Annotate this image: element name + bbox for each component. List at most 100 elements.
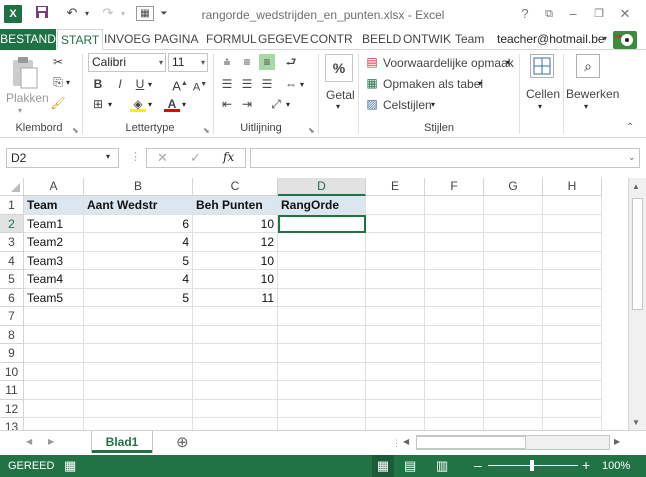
editing-dropdown-icon[interactable]: ▾ <box>584 102 588 111</box>
cell-b6[interactable]: 5 <box>84 288 193 307</box>
cell-h9[interactable] <box>543 344 602 363</box>
cell-c12[interactable] <box>193 399 278 418</box>
cell-c7[interactable] <box>193 307 278 326</box>
merge-center-icon[interactable]: ⇔ <box>283 76 299 92</box>
cell-f2[interactable] <box>425 214 484 233</box>
cell-b7[interactable] <box>84 307 193 326</box>
conditional-format-icon[interactable]: ▤ <box>364 54 380 70</box>
fill-color-dropdown-icon[interactable]: ▾ <box>148 100 152 109</box>
formula-input[interactable] <box>250 148 640 168</box>
cell-f7[interactable] <box>425 307 484 326</box>
font-name-select[interactable]: Calibri ▾ <box>88 53 166 72</box>
cell-g4[interactable] <box>484 251 543 270</box>
column-header-g[interactable]: G <box>484 178 543 196</box>
cell-e12[interactable] <box>366 399 425 418</box>
tab-invoeg[interactable]: INVOEG <box>101 29 154 50</box>
zoom-level[interactable]: 100% <box>602 460 630 472</box>
percent-format-button[interactable]: % <box>325 54 353 82</box>
expand-formula-icon[interactable]: ⌄ <box>628 152 636 163</box>
cell-c2[interactable]: 10 <box>193 214 278 233</box>
cell-f8[interactable] <box>425 325 484 344</box>
cell-a4[interactable]: Team3 <box>24 251 84 270</box>
editing-button-label[interactable]: Bewerken <box>566 87 619 101</box>
row-header-13[interactable]: 13 <box>0 418 24 430</box>
horizontal-scroll-thumb[interactable] <box>416 436 526 449</box>
format-table-icon[interactable]: ▦ <box>364 75 380 91</box>
row-header-4[interactable]: 4 <box>0 251 24 270</box>
align-middle-icon[interactable]: ≡ <box>239 54 255 70</box>
format-painter-icon[interactable]: 🖌 <box>50 95 66 111</box>
cell-d6[interactable] <box>278 288 366 307</box>
wrap-text-icon[interactable]: ⮐ <box>283 54 299 70</box>
normal-view-icon[interactable]: ▦ <box>372 455 394 477</box>
italic-button[interactable]: I <box>112 76 128 92</box>
orientation-dropdown-icon[interactable]: ▾ <box>286 100 290 109</box>
cell-h4[interactable] <box>543 251 602 270</box>
border-dropdown-icon[interactable]: ▾ <box>108 100 112 109</box>
cell-c5[interactable]: 10 <box>193 270 278 289</box>
cells-button-label[interactable]: Cellen <box>526 87 560 101</box>
tab-pagina[interactable]: PAGINA <box>151 29 201 50</box>
cell-c10[interactable] <box>193 362 278 381</box>
format-table-button[interactable]: Opmaken als tabel <box>383 77 483 91</box>
cell-e11[interactable] <box>366 381 425 400</box>
cell-f5[interactable] <box>425 270 484 289</box>
tab-team[interactable]: Team <box>452 29 487 50</box>
insert-function-button[interactable]: fx <box>223 150 234 164</box>
cell-f11[interactable] <box>425 381 484 400</box>
sheet-tab-blad1[interactable]: Blad1 <box>92 431 152 453</box>
column-header-c[interactable]: C <box>193 178 278 196</box>
cancel-icon[interactable]: ✕ <box>157 150 168 166</box>
cell-c6[interactable]: 11 <box>193 288 278 307</box>
cell-b9[interactable] <box>84 344 193 363</box>
scroll-left-icon[interactable]: ◀ <box>403 437 409 446</box>
cell-h8[interactable] <box>543 325 602 344</box>
cell-d3[interactable] <box>278 233 366 252</box>
cell-d5[interactable] <box>278 270 366 289</box>
cell-e9[interactable] <box>366 344 425 363</box>
alignment-launcher-icon[interactable]: ⬊ <box>308 126 315 135</box>
cell-c9[interactable] <box>193 344 278 363</box>
align-right-icon[interactable]: ☰ <box>259 76 275 92</box>
account-dropdown-icon[interactable]: ▾ <box>600 29 610 50</box>
decrease-indent-icon[interactable]: ⇤ <box>219 96 235 112</box>
vertical-scrollbar[interactable]: ▲ ▼ <box>628 178 646 430</box>
cell-a3[interactable]: Team2 <box>24 233 84 252</box>
cell-b11[interactable] <box>84 381 193 400</box>
copy-dropdown-icon[interactable]: ▾ <box>66 78 70 87</box>
cell-f3[interactable] <box>425 233 484 252</box>
cell-h5[interactable] <box>543 270 602 289</box>
name-box[interactable]: D2 <box>6 148 119 168</box>
zoom-in-button[interactable]: + <box>582 457 590 473</box>
conditional-format-button[interactable]: Voorwaardelijke opmaak <box>383 56 514 70</box>
cell-d4[interactable] <box>278 251 366 270</box>
cell-g8[interactable] <box>484 325 543 344</box>
cell-h13[interactable] <box>543 418 602 430</box>
shrink-font-icon[interactable]: A▼ <box>192 77 208 94</box>
cell-a2[interactable]: Team1 <box>24 214 84 233</box>
cell-b8[interactable] <box>84 325 193 344</box>
cell-h10[interactable] <box>543 362 602 381</box>
avatar[interactable] <box>613 31 637 49</box>
cell-g2[interactable] <box>484 214 543 233</box>
row-header-11[interactable]: 11 <box>0 381 24 400</box>
help-button[interactable]: ? <box>514 4 536 24</box>
cell-b12[interactable] <box>84 399 193 418</box>
cell-f6[interactable] <box>425 288 484 307</box>
cell-h12[interactable] <box>543 399 602 418</box>
cell-g10[interactable] <box>484 362 543 381</box>
sheet-prev-icon[interactable]: ◀ <box>26 437 32 446</box>
cell-h6[interactable] <box>543 288 602 307</box>
cell-g7[interactable] <box>484 307 543 326</box>
table-header-cell-a1[interactable]: Team <box>24 196 84 215</box>
paste-button-label[interactable]: Plakken <box>6 91 49 105</box>
cell-a6[interactable]: Team5 <box>24 288 84 307</box>
border-icon[interactable]: ⊞ <box>90 96 106 112</box>
scroll-thumb[interactable] <box>632 198 643 310</box>
underline-dropdown-icon[interactable]: ▾ <box>148 80 152 89</box>
sheet-next-icon[interactable]: ▶ <box>48 437 54 446</box>
copy-icon[interactable]: ⎘ <box>50 74 66 90</box>
select-all-corner[interactable] <box>0 178 24 196</box>
cell-a13[interactable] <box>24 418 84 430</box>
increase-indent-icon[interactable]: ⇥ <box>239 96 255 112</box>
